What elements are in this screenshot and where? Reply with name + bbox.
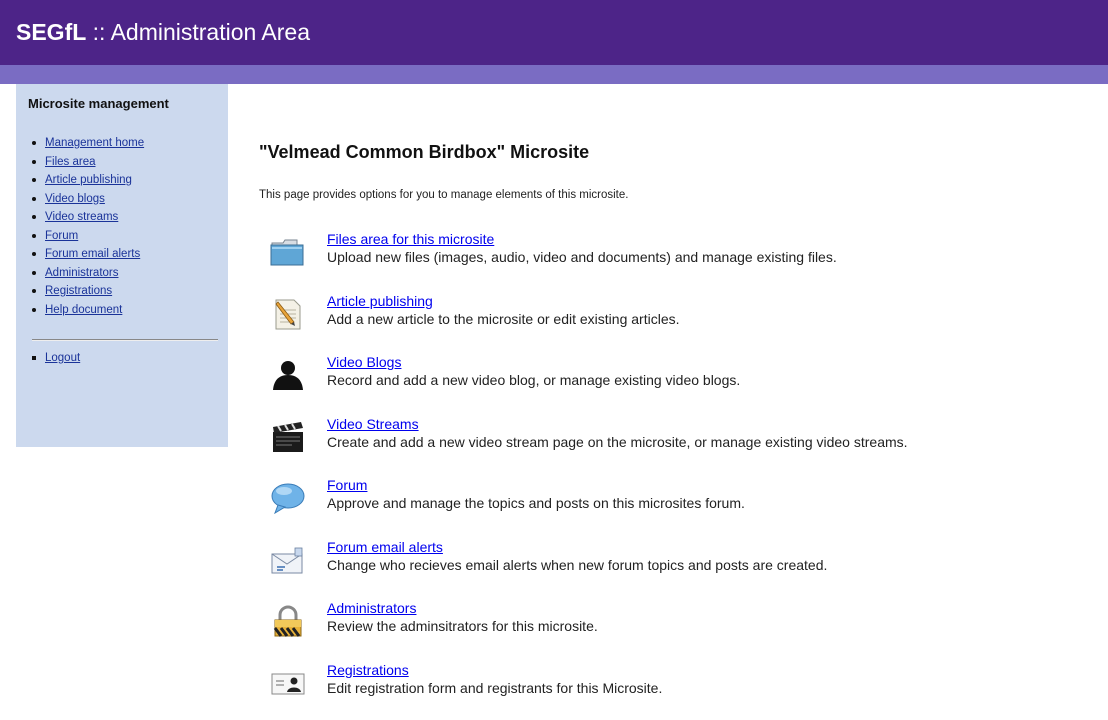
sidebar-link-forum-email-alerts[interactable]: Forum email alerts bbox=[45, 248, 140, 260]
brand-subtitle: Administration Area bbox=[110, 19, 311, 45]
sidebar-divider bbox=[32, 339, 218, 341]
option-text: Administrators Review the adminsitrators… bbox=[327, 600, 598, 636]
speech-bubble-icon[interactable] bbox=[270, 482, 306, 514]
option-text: Video Blogs Record and add a new video b… bbox=[327, 354, 740, 390]
sidebar-item-logout: Logout bbox=[28, 349, 216, 367]
option-description: Create and add a new video stream page o… bbox=[327, 433, 908, 450]
padlock-icon[interactable] bbox=[270, 605, 306, 637]
option-administrators-link[interactable]: Administrators bbox=[327, 600, 416, 616]
option-description: Upload new files (images, audio, video a… bbox=[327, 249, 837, 265]
sidebar-link-video-blogs[interactable]: Video blogs bbox=[45, 193, 105, 205]
email-icon[interactable] bbox=[270, 544, 306, 576]
option-files-area-link[interactable]: Files area for this microsite bbox=[327, 231, 494, 247]
sidebar: Microsite management Management home Fil… bbox=[16, 84, 228, 447]
clapperboard-icon[interactable] bbox=[270, 421, 306, 453]
option-registrations-link[interactable]: Registrations bbox=[327, 662, 409, 678]
sidebar-item-forum-email-alerts: Forum email alerts bbox=[28, 245, 216, 264]
option-video-blogs-link[interactable]: Video Blogs bbox=[327, 354, 401, 370]
article-edit-icon[interactable] bbox=[270, 298, 306, 330]
site-brand: SEGfL :: Administration Area bbox=[16, 19, 310, 45]
option-forum-email-alerts-link[interactable]: Forum email alerts bbox=[327, 539, 443, 555]
sidebar-link-files-area[interactable]: Files area bbox=[45, 156, 96, 168]
option-article-publishing-link[interactable]: Article publishing bbox=[327, 293, 433, 309]
sidebar-link-management-home[interactable]: Management home bbox=[45, 137, 144, 149]
sidebar-item-forum: Forum bbox=[28, 227, 216, 246]
page-title: "Velmead Common Birdbox" Microsite bbox=[259, 142, 590, 162]
logout-link[interactable]: Logout bbox=[45, 352, 80, 364]
option-text: Forum email alerts Change who recieves e… bbox=[327, 539, 827, 575]
brand-name: SEGfL bbox=[16, 19, 87, 45]
sidebar-item-video-streams: Video streams bbox=[28, 208, 216, 227]
option-description: Review the adminsitrators for this micro… bbox=[327, 618, 598, 634]
option-description: Add a new article to the microsite or ed… bbox=[327, 310, 680, 327]
sidebar-menu: Management home Files area Article publi… bbox=[28, 134, 216, 319]
option-video-streams-link[interactable]: Video Streams bbox=[327, 416, 419, 432]
option-description: Edit registration form and registrants f… bbox=[327, 679, 663, 696]
sidebar-link-article-publishing[interactable]: Article publishing bbox=[45, 174, 132, 186]
option-forum-link[interactable]: Forum bbox=[327, 477, 367, 493]
sidebar-item-administrators: Administrators bbox=[28, 264, 216, 283]
option-text: Article publishing Add a new article to … bbox=[327, 293, 680, 329]
option-description: Change who recieves email alerts when ne… bbox=[327, 556, 828, 573]
sidebar-item-help-document: Help document bbox=[28, 301, 216, 320]
sidebar-title: Microsite management bbox=[28, 96, 169, 111]
brand-separator: :: bbox=[92, 19, 106, 45]
sidebar-item-article-publishing: Article publishing bbox=[28, 171, 216, 190]
sidebar-link-administrators[interactable]: Administrators bbox=[45, 267, 119, 279]
sidebar-link-video-streams[interactable]: Video streams bbox=[45, 211, 118, 223]
option-text: Files area for this microsite Upload new… bbox=[327, 231, 837, 267]
sidebar-item-registrations: Registrations bbox=[28, 282, 216, 301]
header-bar: SEGfL :: Administration Area bbox=[0, 0, 1108, 65]
person-icon[interactable] bbox=[270, 359, 306, 391]
folder-icon[interactable] bbox=[270, 236, 306, 268]
option-description: Record and add a new video blog, or mana… bbox=[327, 372, 741, 388]
sidebar-item-files-area: Files area bbox=[28, 153, 216, 172]
option-text: Video Streams Create and add a new video… bbox=[327, 416, 908, 452]
sidebar-link-registrations[interactable]: Registrations bbox=[45, 285, 112, 297]
page-intro: This page provides options for you to ma… bbox=[259, 189, 629, 201]
sidebar-link-forum[interactable]: Forum bbox=[45, 230, 78, 242]
sidebar-link-help-document[interactable]: Help document bbox=[45, 304, 122, 316]
sidebar-item-management-home: Management home bbox=[28, 134, 216, 153]
main-content: "Velmead Common Birdbox" Microsite This … bbox=[259, 140, 1098, 202]
id-card-icon[interactable] bbox=[270, 667, 306, 699]
option-text: Registrations Edit registration form and… bbox=[327, 662, 662, 698]
sidebar-item-video-blogs: Video blogs bbox=[28, 190, 216, 209]
option-text: Forum Approve and manage the topics and … bbox=[327, 477, 745, 513]
header-subbar bbox=[0, 65, 1108, 84]
option-description: Approve and manage the topics and posts … bbox=[327, 495, 745, 511]
